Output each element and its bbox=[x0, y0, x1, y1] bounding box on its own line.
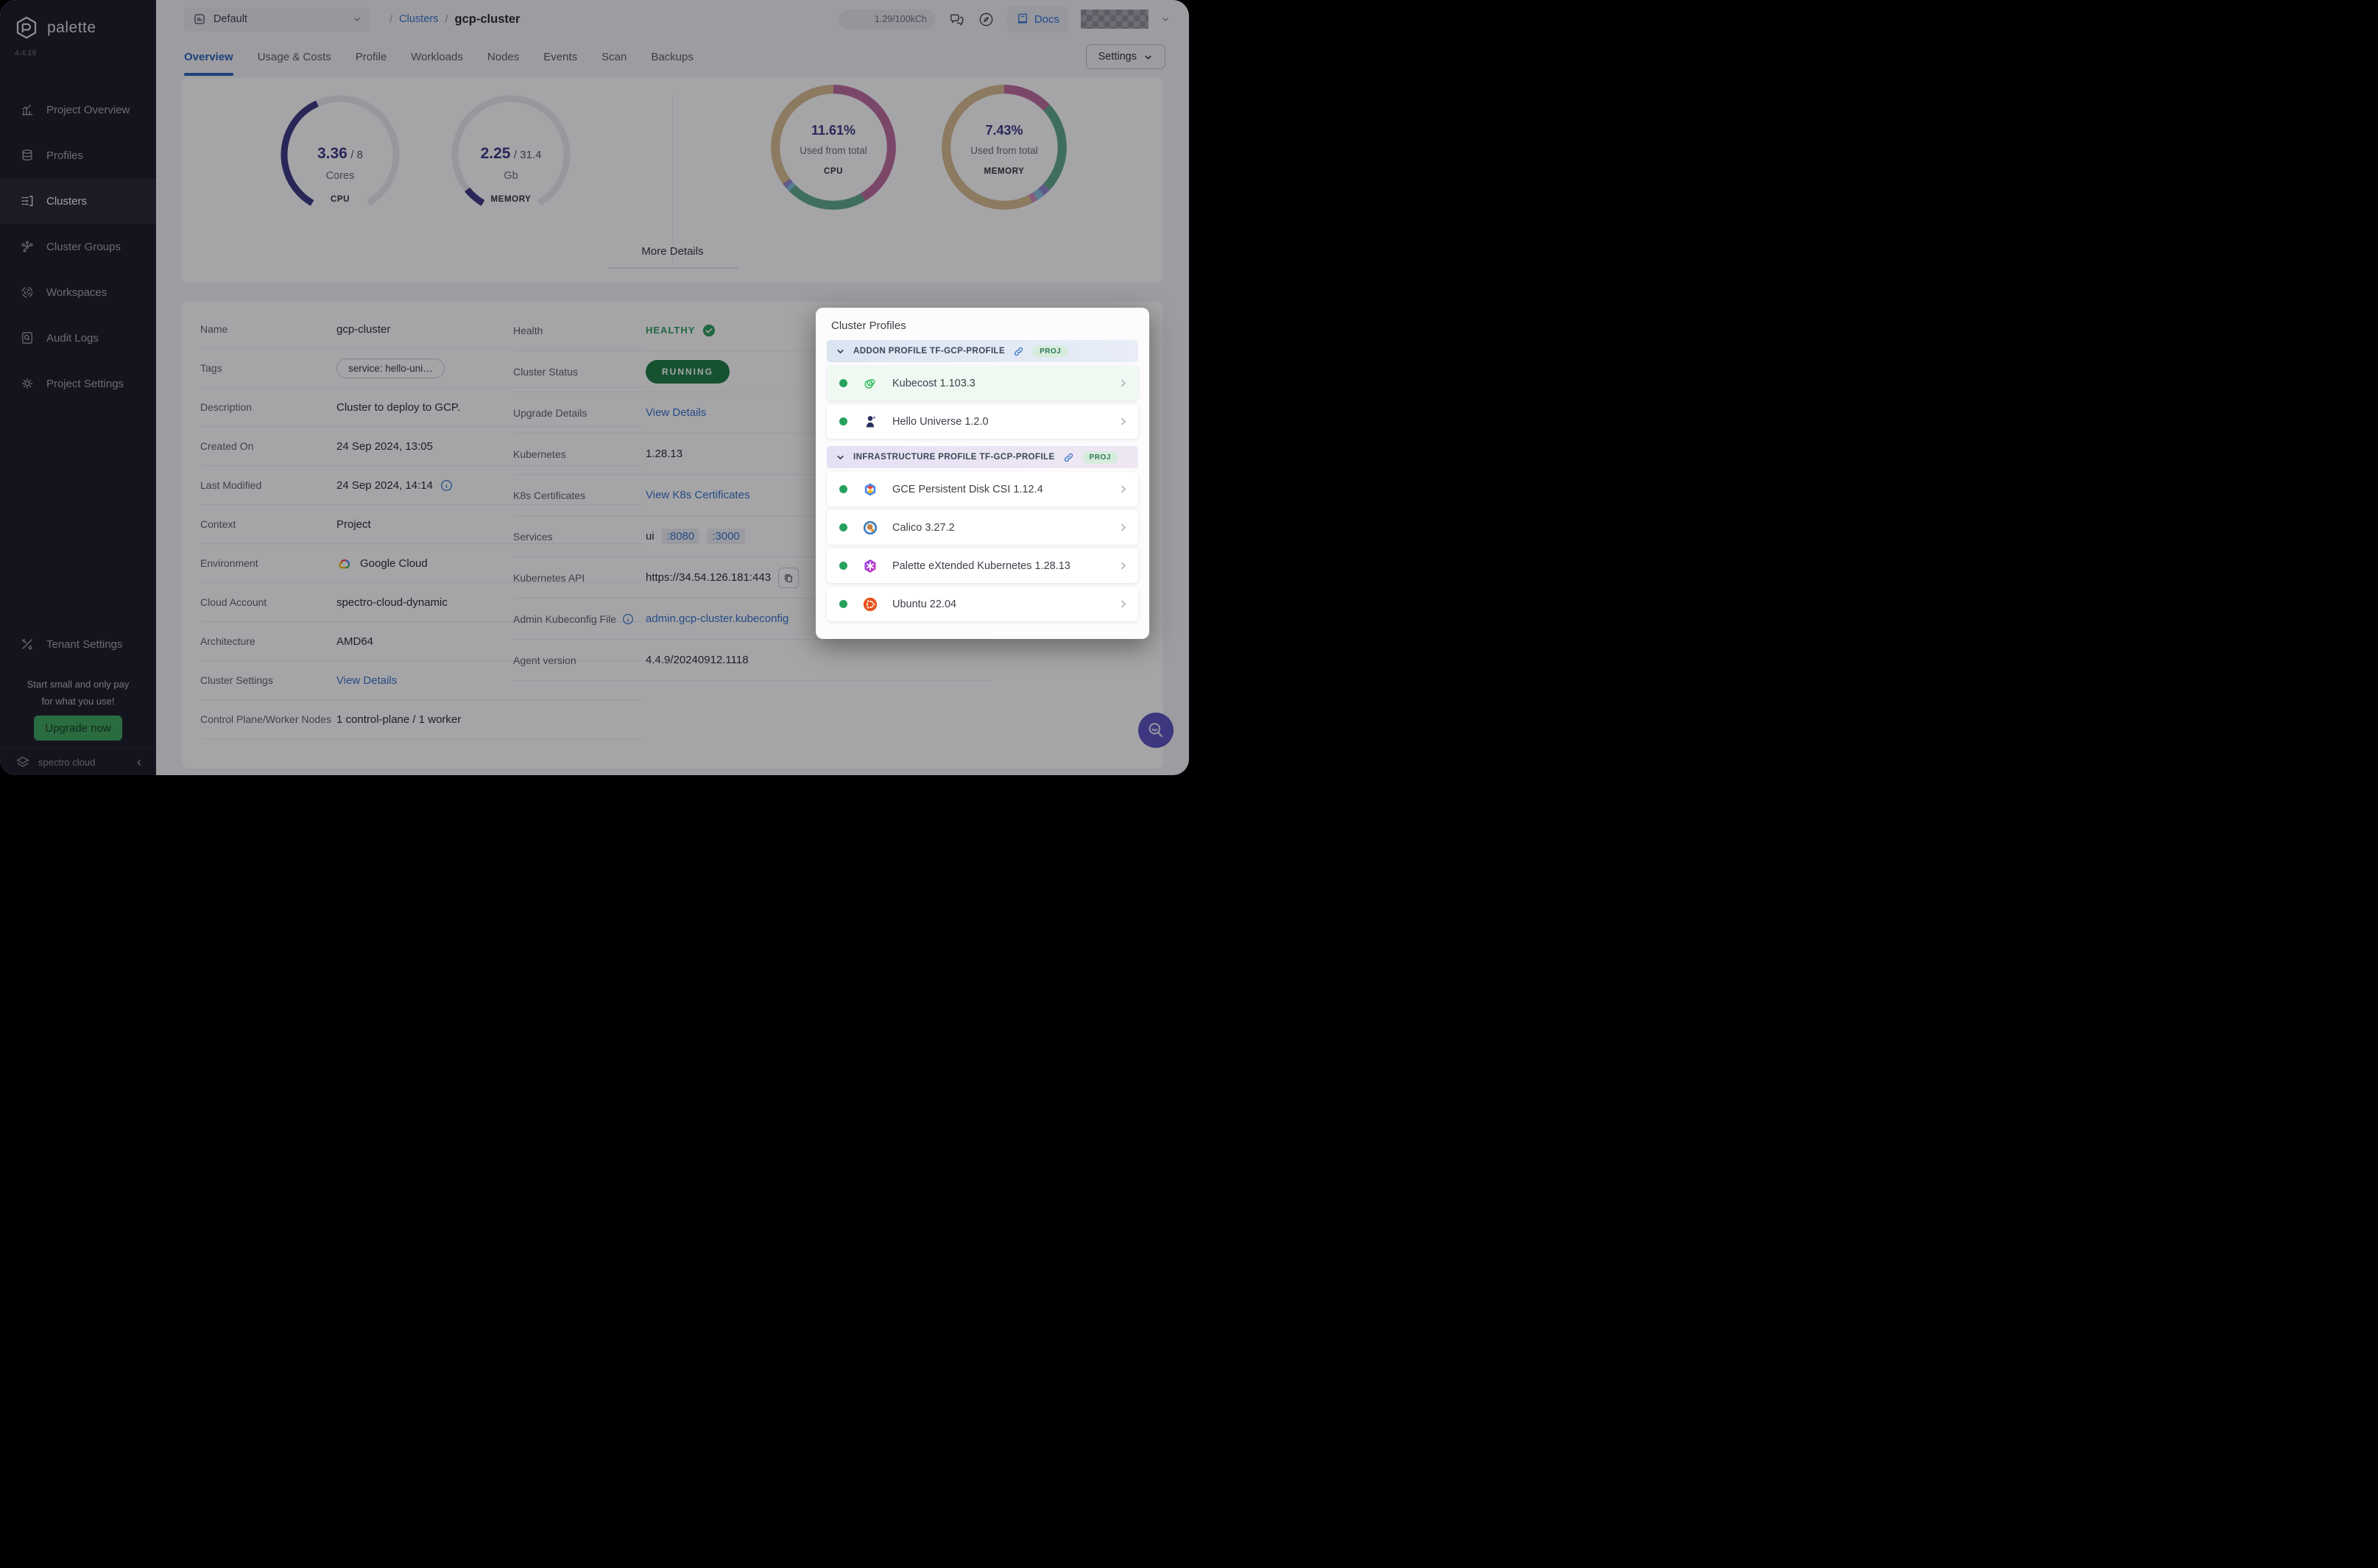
status-dot bbox=[839, 417, 847, 425]
status-dot bbox=[839, 485, 847, 493]
chevron-right-icon bbox=[1121, 600, 1126, 608]
infrastructure-profile-header[interactable]: INFRASTRUCTURE PROFILE TF-GCP-PROFILE PR… bbox=[827, 446, 1138, 468]
addon-profile-header[interactable]: ADDON PROFILE TF-GCP-PROFILE PROJ bbox=[827, 340, 1138, 362]
scope-badge: PROJ bbox=[1082, 451, 1118, 464]
kubecost-logo bbox=[861, 375, 879, 392]
chevron-right-icon bbox=[1121, 379, 1126, 387]
cluster-profiles-title: Cluster Profiles bbox=[831, 319, 906, 332]
status-dot bbox=[839, 523, 847, 532]
chevron-right-icon bbox=[1121, 523, 1126, 532]
chevron-down-icon bbox=[837, 349, 844, 353]
status-dot bbox=[839, 562, 847, 570]
chevron-right-icon bbox=[1121, 417, 1126, 425]
profile-layer-ubuntu[interactable]: Ubuntu 22.04 bbox=[827, 587, 1138, 621]
cluster-profiles-panel: Cluster Profiles ADDON PROFILE TF-GCP-PR… bbox=[816, 308, 1149, 639]
profile-layer-kubecost[interactable]: Kubecost 1.103.3 bbox=[827, 366, 1138, 400]
ubuntu-logo bbox=[861, 596, 879, 612]
app-window: palette 4.4.19 Project Overview Profiles bbox=[0, 0, 1189, 775]
status-dot bbox=[839, 600, 847, 608]
pxk-logo bbox=[861, 558, 879, 574]
profile-layer-gce-disk[interactable]: GCE Persistent Disk CSI 1.12.4 bbox=[827, 472, 1138, 506]
profile-layer-calico[interactable]: Calico 3.27.2 bbox=[827, 510, 1138, 545]
status-dot bbox=[839, 379, 847, 387]
calico-logo bbox=[861, 520, 879, 536]
chevron-right-icon bbox=[1121, 562, 1126, 570]
profile-layer-pxk[interactable]: Palette eXtended Kubernetes 1.28.13 bbox=[827, 548, 1138, 583]
hello-universe-logo bbox=[861, 414, 879, 430]
gce-disk-logo bbox=[861, 481, 879, 498]
scope-badge: PROJ bbox=[1032, 345, 1069, 358]
link-icon bbox=[1014, 347, 1023, 356]
profile-layer-hello-universe[interactable]: Hello Universe 1.2.0 bbox=[827, 404, 1138, 439]
chevron-down-icon bbox=[837, 455, 844, 459]
chevron-right-icon bbox=[1121, 485, 1126, 493]
link-icon bbox=[1064, 453, 1073, 462]
